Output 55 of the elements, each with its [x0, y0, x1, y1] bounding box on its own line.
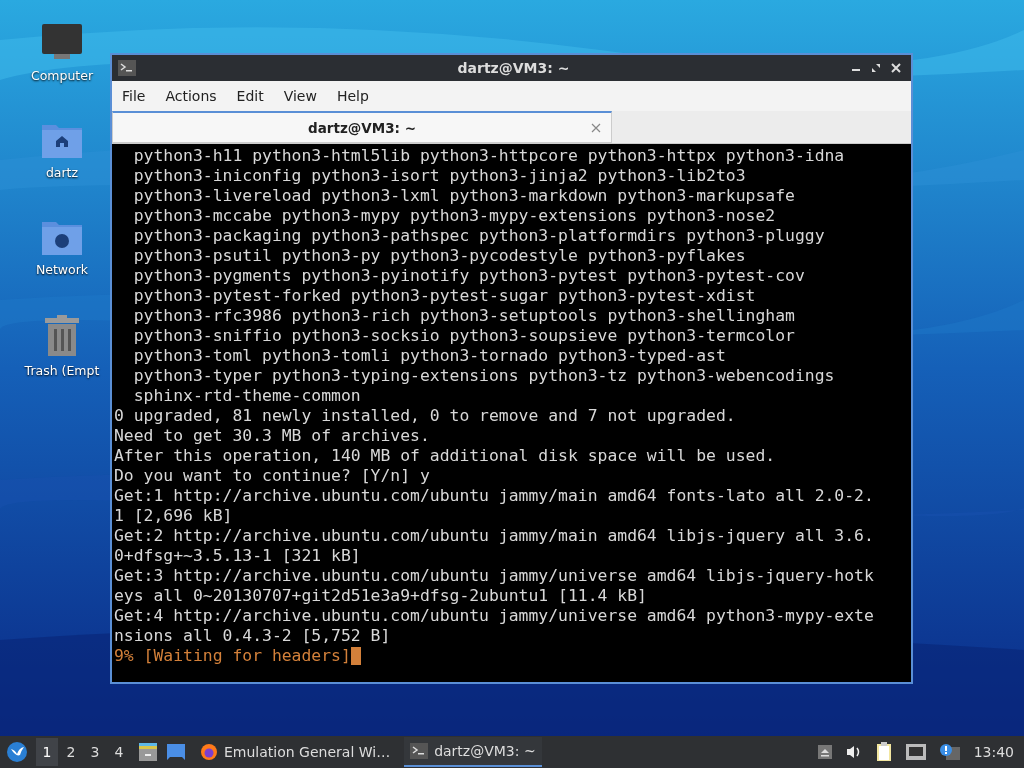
- clipboard-icon[interactable]: [875, 742, 892, 762]
- terminal-line: sphinx-rtd-theme-common: [132, 386, 361, 406]
- maximize-icon[interactable]: [871, 63, 881, 73]
- desktop-icon-label[interactable]: Trash (Empt: [24, 363, 100, 378]
- notification-icon[interactable]: [939, 744, 960, 760]
- workspace-button[interactable]: 3: [84, 738, 106, 766]
- workspace-button[interactable]: 1: [36, 738, 58, 766]
- menu-item[interactable]: File: [112, 88, 156, 104]
- terminal-line: 9% [Waiting for headers]: [114, 646, 351, 666]
- terminal-line: 1 [2,696 kB]: [114, 506, 233, 526]
- desktop-icon-label[interactable]: Network: [35, 262, 89, 277]
- menu-item[interactable]: View: [273, 88, 327, 104]
- monitor-icon[interactable]: [40, 22, 84, 62]
- terminal-line: python3-livereload python3-lxml python3-markdown python3-markupsafe: [132, 186, 795, 206]
- menu-item[interactable]: Help: [326, 88, 379, 104]
- terminal-line: 0 upgraded, 81 newly installed, 0 to remove and 7 not upgraded.: [114, 406, 736, 426]
- terminal-icon: [410, 743, 429, 759]
- terminal-line: Get:1 http://archive.ubuntu.com/ubuntu jammy/main amd64 fonts-lato all 2.0-2.: [114, 486, 874, 506]
- window-title: dartz@VM3: ~: [456, 60, 571, 76]
- terminal-line: python3-pytest-forked python3-pytest-sugar python3-pytest-xdist: [132, 286, 756, 306]
- terminal-line: python3-sniffio python3-socksio python3-soupsieve python3-termcolor: [132, 326, 795, 346]
- terminal-line: python3-iniconfig python3-isort python3-jinja2 python3-lib2to3: [132, 166, 746, 186]
- task-button[interactable]: Emulation General Wi…: [194, 737, 397, 767]
- eject-icon[interactable]: [817, 745, 832, 759]
- terminal-tab[interactable]: dartz@VM3: ~: [112, 111, 612, 143]
- speaker-icon[interactable]: [845, 745, 862, 759]
- terminal-line: python3-pygments python3-pyinotify python3-pytest python3-pytest-cov: [132, 266, 805, 286]
- terminal-line: python3-mccabe python3-mypy python3-mypy-extensions python3-nose2: [132, 206, 776, 226]
- terminal-line: python3-typer python3-typing-extensions python3-tz python3-webencodings: [132, 366, 835, 386]
- terminal-line: python3-h11 python3-html5lib python3-httpcore python3-httpx python3-idna: [132, 146, 845, 166]
- terminal-line: Get:3 http://archive.ubuntu.com/ubuntu jammy/universe amd64 libjs-jquery-hotk: [114, 566, 874, 586]
- terminal-line: eys all 0~20130707+git2d51e3a9+dfsg-2ubuntu1 [11.4 kB]: [114, 586, 647, 606]
- terminal-line: python3-toml python3-tomli python3-tornado python3-typed-ast: [132, 346, 726, 366]
- fox-globe-icon: [200, 743, 218, 761]
- trash-icon[interactable]: [43, 315, 81, 357]
- terminal-line: Get:4 http://archive.ubuntu.com/ubuntu jammy/universe amd64 python3-mypy-exte: [114, 606, 874, 626]
- terminal-line: After this operation, 140 MB of additional disk space will be used.: [114, 446, 776, 466]
- terminal-line: nsions all 0.4.3-2 [5,752 B]: [114, 626, 391, 646]
- terminal-line: python3-rfc3986 python3-rich python3-setuptools python3-shellingham: [132, 306, 795, 326]
- terminal-icon: [118, 60, 136, 76]
- clock[interactable]: 13:40: [973, 744, 1018, 760]
- task-button[interactable]: dartz@VM3: ~: [404, 737, 542, 767]
- file-cabinet-icon[interactable]: [138, 742, 158, 762]
- terminal-line: python3-psutil python3-py python3-pycodestyle python3-pyflakes: [132, 246, 746, 266]
- terminal-line: Do you want to continue? [Y/n] y: [114, 466, 430, 486]
- desktop-icon[interactable]: [166, 743, 186, 761]
- terminal-line: python3-packaging python3-pathspec python3-platformdirs python3-pluggy: [132, 226, 825, 246]
- workspace-button[interactable]: 2: [60, 738, 82, 766]
- menu-item[interactable]: Actions: [155, 88, 227, 104]
- desktop-icon-label[interactable]: dartz: [45, 165, 79, 180]
- menu-item[interactable]: Edit: [226, 88, 274, 104]
- terminal-line: Need to get 30.3 MB of archives.: [114, 426, 430, 446]
- terminal-line: Get:2 http://archive.ubuntu.com/ubuntu jammy/main amd64 libjs-jquery all 3.6.: [114, 526, 874, 546]
- workspace-button[interactable]: 4: [108, 738, 130, 766]
- terminal-line: 0+dfsg+~3.5.13-1 [321 kB]: [114, 546, 361, 566]
